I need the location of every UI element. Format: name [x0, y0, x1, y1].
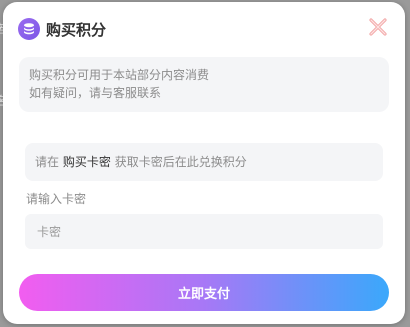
purchase-points-dialog: 购买积分 购买积分可用于本站部分内容消费 如有疑问，请与客服联系 请在 购买卡密… [3, 2, 405, 324]
coin-stack-icon [18, 18, 40, 40]
info-notice: 购买积分可用于本站部分内容消费 如有疑问，请与客服联系 [19, 57, 389, 112]
close-icon[interactable] [367, 16, 389, 38]
notice-line: 购买积分可用于本站部分内容消费 [29, 68, 210, 82]
card-key-label: 请输入卡密 [26, 192, 87, 206]
buy-card-key-link[interactable]: 购买卡密 [63, 155, 111, 169]
pay-now-button[interactable]: 立即支付 [19, 274, 389, 311]
dialog-title: 购买积分 [46, 20, 107, 39]
notice-line: 如有疑问，请与客服联系 [29, 86, 162, 100]
tip-prefix: 请在 [35, 155, 60, 169]
dialog-header: 购买积分 [18, 18, 106, 40]
tip-suffix: 获取卡密后在此兑换积分 [114, 155, 247, 169]
card-key-tip: 请在 购买卡密 获取卡密后在此兑换积分 [25, 143, 383, 181]
card-key-input[interactable] [25, 214, 383, 249]
